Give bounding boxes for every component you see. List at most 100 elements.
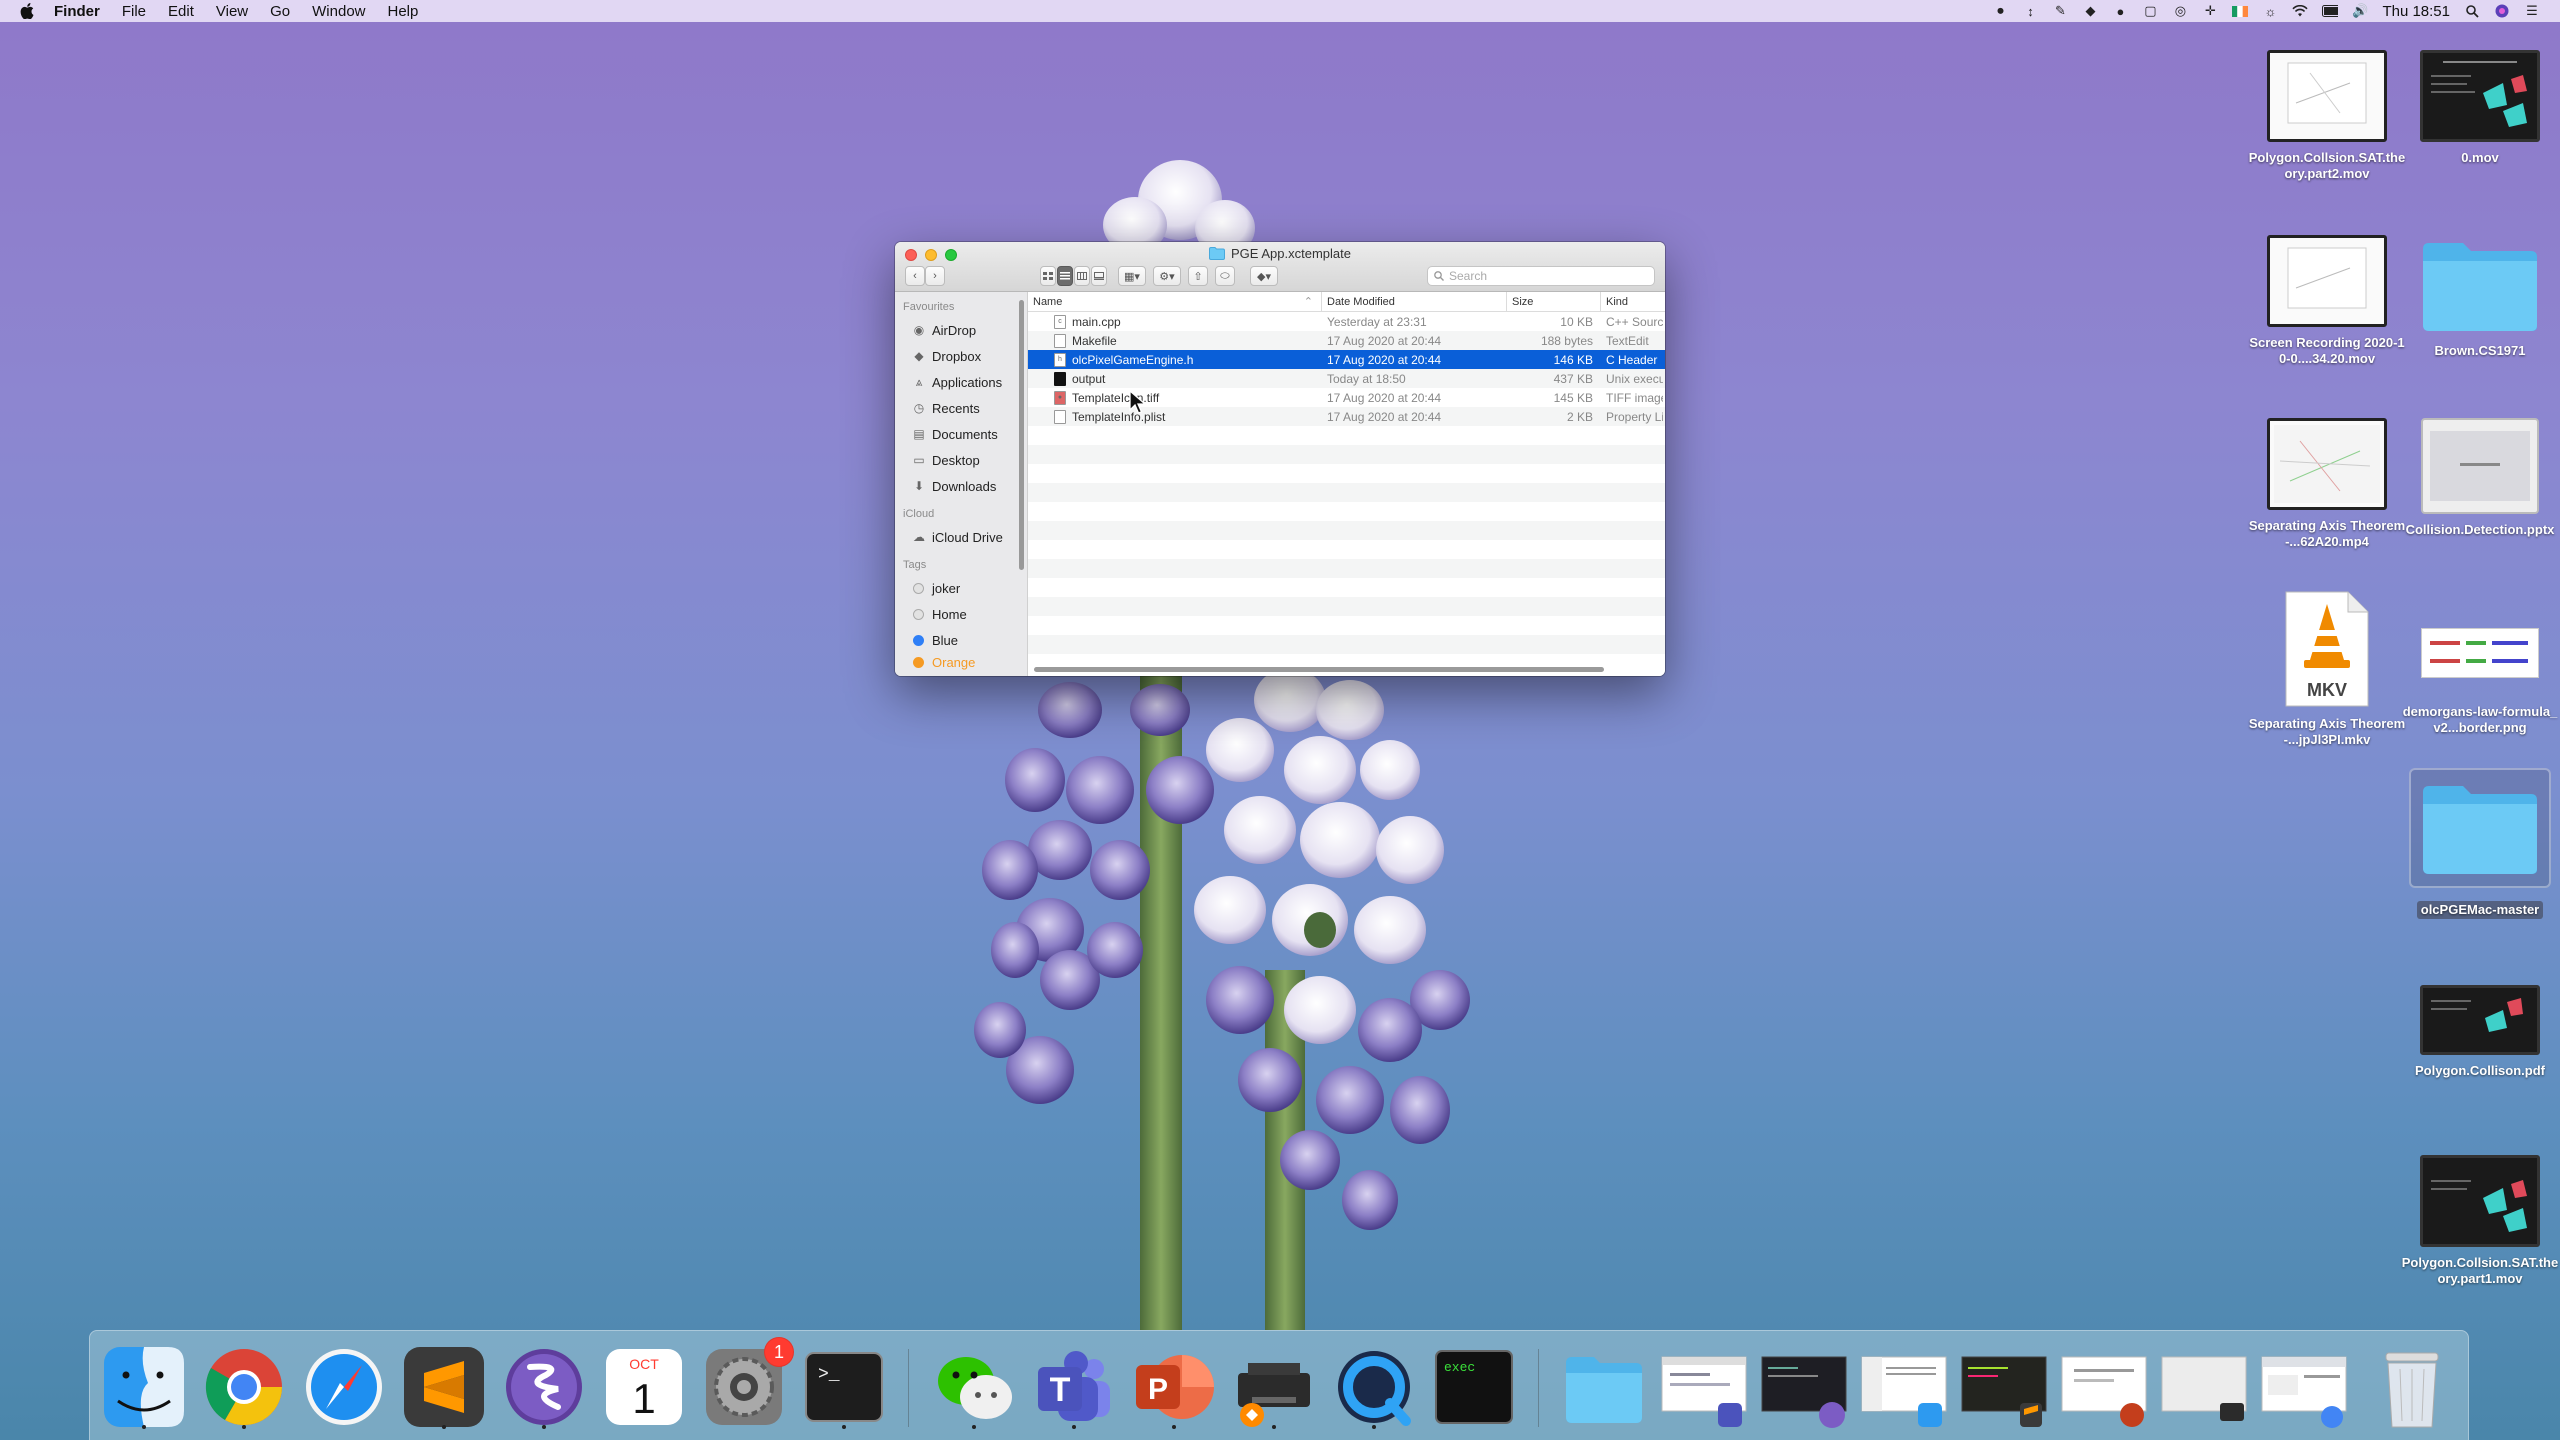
desktop-file-0-mov[interactable]: 0.mov xyxy=(2400,50,2560,166)
brightness-status-icon[interactable]: ☼ xyxy=(2262,4,2278,19)
dock-teams[interactable]: T xyxy=(1030,1343,1118,1431)
dock-minimized-powerpoint-window[interactable] xyxy=(2060,1343,2148,1431)
file-row[interactable]: output Today at 18:50 437 KB Unix execut… xyxy=(1028,369,1665,388)
notification-center-icon[interactable]: ☰ xyxy=(2524,3,2540,18)
sidebar-item-documents[interactable]: ▤ Documents xyxy=(895,421,1027,447)
dock-printer[interactable] xyxy=(1230,1343,1318,1431)
search-field[interactable]: Search xyxy=(1427,266,1655,286)
running-indicator xyxy=(1172,1425,1176,1429)
desktop-file-collision-detection-pptx[interactable]: Collision.Detection.pptx xyxy=(2400,418,2560,538)
desktop-folder-olcpgemac-master[interactable]: olcPGEMac-master xyxy=(2400,768,2560,919)
dock-emacs[interactable] xyxy=(500,1343,588,1431)
sidebar-item-downloads[interactable]: ⬇ Downloads xyxy=(895,473,1027,499)
file-row[interactable]: ● TemplateIcon.tiff 17 Aug 2020 at 20:44 … xyxy=(1028,388,1665,407)
dock-quicktime[interactable] xyxy=(1330,1343,1418,1431)
dock-calendar[interactable]: OCT 1 xyxy=(600,1343,688,1431)
action-gear-button[interactable]: ⚙▾ xyxy=(1153,266,1181,286)
dock-sublime-text[interactable] xyxy=(400,1343,488,1431)
dropbox-button[interactable]: ◆▾ xyxy=(1250,266,1278,286)
desktop-icon: ▭ xyxy=(913,453,925,467)
column-name[interactable]: Name ⌃ xyxy=(1028,291,1322,312)
record-status-icon[interactable]: ⏺ xyxy=(1992,3,2008,18)
file-row[interactable]: Makefile 17 Aug 2020 at 20:44 188 bytes … xyxy=(1028,331,1665,350)
dock-terminal[interactable]: >_ xyxy=(800,1343,888,1431)
wifi-icon[interactable] xyxy=(2292,4,2309,18)
menu-go[interactable]: Go xyxy=(270,3,290,20)
video-thumbnail-icon xyxy=(2420,50,2540,142)
column-date-modified[interactable]: Date Modified xyxy=(1322,291,1507,312)
spotlight-search-icon[interactable] xyxy=(2464,4,2480,18)
dock-minimized-emacs-window[interactable] xyxy=(1760,1343,1848,1431)
forward-button[interactable]: › xyxy=(925,266,945,286)
flag-status-icon[interactable] xyxy=(2232,4,2249,18)
menu-edit[interactable]: Edit xyxy=(168,3,194,20)
menu-window[interactable]: Window xyxy=(312,3,365,20)
sidebar-item-icloud-drive[interactable]: ☁ iCloud Drive xyxy=(895,524,1027,550)
apple-menu-icon[interactable] xyxy=(18,2,36,20)
dock-minimized-sublime-window[interactable] xyxy=(1960,1343,2048,1431)
column-kind[interactable]: Kind xyxy=(1601,292,1663,312)
dock-finder[interactable] xyxy=(100,1343,188,1431)
desktop-file-screen-recording[interactable]: Screen Recording 2020-10-0....34.20.mov xyxy=(2247,235,2407,367)
sidebar-item-applications[interactable]: ⩓ Applications xyxy=(895,369,1027,395)
desktop-file-polygon-collsion-part2[interactable]: Polygon.Collsion.SAT.theory.part2.mov xyxy=(2247,50,2407,182)
sidebar-item-airdrop[interactable]: ◉ AirDrop xyxy=(895,317,1027,343)
battery-icon[interactable] xyxy=(2322,4,2339,18)
clock[interactable]: Thu 18:51 xyxy=(2382,3,2450,20)
dock-minimized-printer-window[interactable] xyxy=(2160,1343,2248,1431)
desktop-file-separating-axis-mp4[interactable]: Separating Axis Theorem -...62A20.mp4 xyxy=(2247,418,2407,550)
dock-chrome[interactable] xyxy=(200,1343,288,1431)
dock-minimized-chrome-window[interactable] xyxy=(2260,1343,2348,1431)
sidebar-tag-orange[interactable]: Orange xyxy=(895,649,1027,675)
sidebar-tag-joker[interactable]: joker xyxy=(895,575,1027,601)
sync-status-icon[interactable]: ◎ xyxy=(2172,3,2188,18)
dock-exec[interactable]: exec xyxy=(1430,1343,1518,1431)
tag-button[interactable]: ⬭ xyxy=(1215,266,1235,286)
file-row[interactable]: c main.cpp Yesterday at 23:31 10 KB C++ S… xyxy=(1028,312,1665,331)
desktop-file-demorgans-png[interactable]: demorgans-law-formula_v2...border.png xyxy=(2400,620,2560,736)
menu-help[interactable]: Help xyxy=(388,3,419,20)
window-status-icon[interactable]: ▢ xyxy=(2142,3,2158,18)
group-by-button[interactable]: ▦▾ xyxy=(1118,266,1146,286)
dock-minimized-finder-list[interactable] xyxy=(1860,1343,1948,1431)
sidebar-item-recents[interactable]: ◷ Recents xyxy=(895,395,1027,421)
column-size[interactable]: Size xyxy=(1507,291,1601,312)
dock-minimized-finder-window[interactable] xyxy=(1660,1343,1748,1431)
file-row-selected[interactable]: h olcPixelGameEngine.h 17 Aug 2020 at 20:… xyxy=(1028,350,1665,369)
dock-wechat[interactable] xyxy=(930,1343,1018,1431)
back-button[interactable]: ‹ xyxy=(905,266,925,286)
sidebar-tag-home[interactable]: Home xyxy=(895,601,1027,627)
scroll-status-icon[interactable]: ↕ xyxy=(2022,4,2038,19)
desktop-folder-brown-cs1971[interactable]: Brown.CS1971 xyxy=(2400,235,2560,359)
dock-system-preferences[interactable]: 1 xyxy=(700,1337,794,1431)
dock-downloads-folder[interactable] xyxy=(1560,1343,1648,1431)
file-row[interactable]: TemplateInfo.plist 17 Aug 2020 at 20:44 … xyxy=(1028,407,1665,426)
desktop-file-separating-axis-mkv[interactable]: MKV Separating Axis Theorem -...jpJl3PI.… xyxy=(2247,590,2407,748)
siri-icon[interactable] xyxy=(2494,4,2510,18)
icon-view-button[interactable] xyxy=(1040,266,1056,286)
dropbox-status-icon[interactable]: ◆ xyxy=(2082,3,2098,18)
gallery-view-button[interactable] xyxy=(1091,266,1107,286)
pen-status-icon[interactable]: ✎ xyxy=(2052,3,2068,18)
menu-view[interactable]: View xyxy=(216,3,248,20)
dock-trash[interactable] xyxy=(2368,1343,2456,1431)
vlc-document-icon: MKV xyxy=(2285,591,2369,707)
desktop-file-polygon-collison-pdf[interactable]: Polygon.Collison.pdf xyxy=(2400,985,2560,1079)
dock-safari[interactable] xyxy=(300,1343,388,1431)
sidebar-item-desktop[interactable]: ▭ Desktop xyxy=(895,447,1027,473)
ruler-status-icon[interactable]: ✛ xyxy=(2202,3,2218,18)
menu-file[interactable]: File xyxy=(122,3,146,20)
sidebar-scrollbar[interactable] xyxy=(1019,300,1024,570)
running-indicator xyxy=(842,1425,846,1429)
dock-powerpoint[interactable]: P xyxy=(1130,1343,1218,1431)
desktop-file-polygon-collsion-part1[interactable]: Polygon.Collsion.SAT.theory.part1.mov xyxy=(2400,1155,2560,1287)
finder-titlebar[interactable]: PGE App.xctemplate ‹ › ▦▾ ⚙▾ ⇧ ⬭ ◆▾ Sear… xyxy=(895,242,1665,292)
horizontal-scrollbar[interactable] xyxy=(1034,667,1604,672)
column-view-button[interactable] xyxy=(1074,266,1090,286)
list-view-button[interactable] xyxy=(1057,266,1073,286)
menu-app-name[interactable]: Finder xyxy=(54,3,100,20)
share-button[interactable]: ⇧ xyxy=(1188,266,1208,286)
sidebar-item-dropbox[interactable]: ◆ Dropbox xyxy=(895,343,1027,369)
wechat-status-icon[interactable]: ● xyxy=(2112,4,2128,19)
volume-icon[interactable]: 🔊 xyxy=(2352,3,2368,18)
